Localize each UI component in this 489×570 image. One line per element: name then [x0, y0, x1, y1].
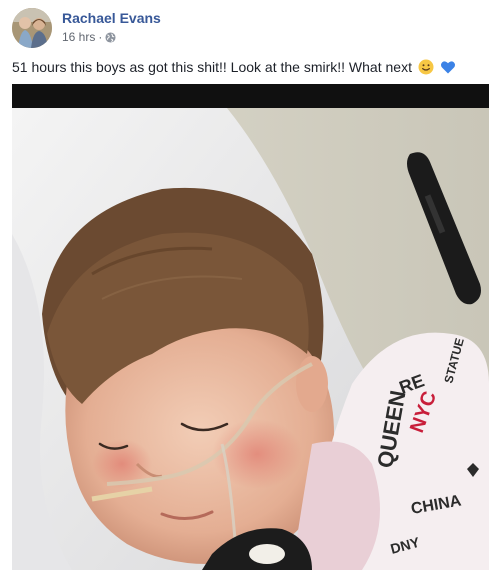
post-photo[interactable]: RE NYC STATUE CHINA DNY QUEEN — [12, 84, 489, 570]
author-name-link[interactable]: Rachael Evans — [62, 10, 161, 26]
post-meta: 16 hrs · — [62, 30, 116, 44]
post-header: Rachael Evans 16 hrs · — [12, 8, 482, 50]
post-message: 51 hours this boys as got this shit!! Lo… — [12, 58, 482, 76]
avatar-image — [12, 8, 52, 48]
sleeping-toddler-photo: RE NYC STATUE CHINA DNY QUEEN — [12, 84, 489, 570]
slightly-smiling-face-icon — [418, 59, 434, 75]
meta-separator: · — [98, 30, 103, 44]
post-timestamp-link[interactable]: 16 hrs — [62, 30, 95, 44]
post-message-text: 51 hours this boys as got this shit!! Lo… — [12, 59, 412, 75]
globe-icon[interactable] — [105, 31, 116, 43]
blue-heart-icon — [440, 61, 455, 74]
avatar[interactable] — [12, 8, 52, 48]
